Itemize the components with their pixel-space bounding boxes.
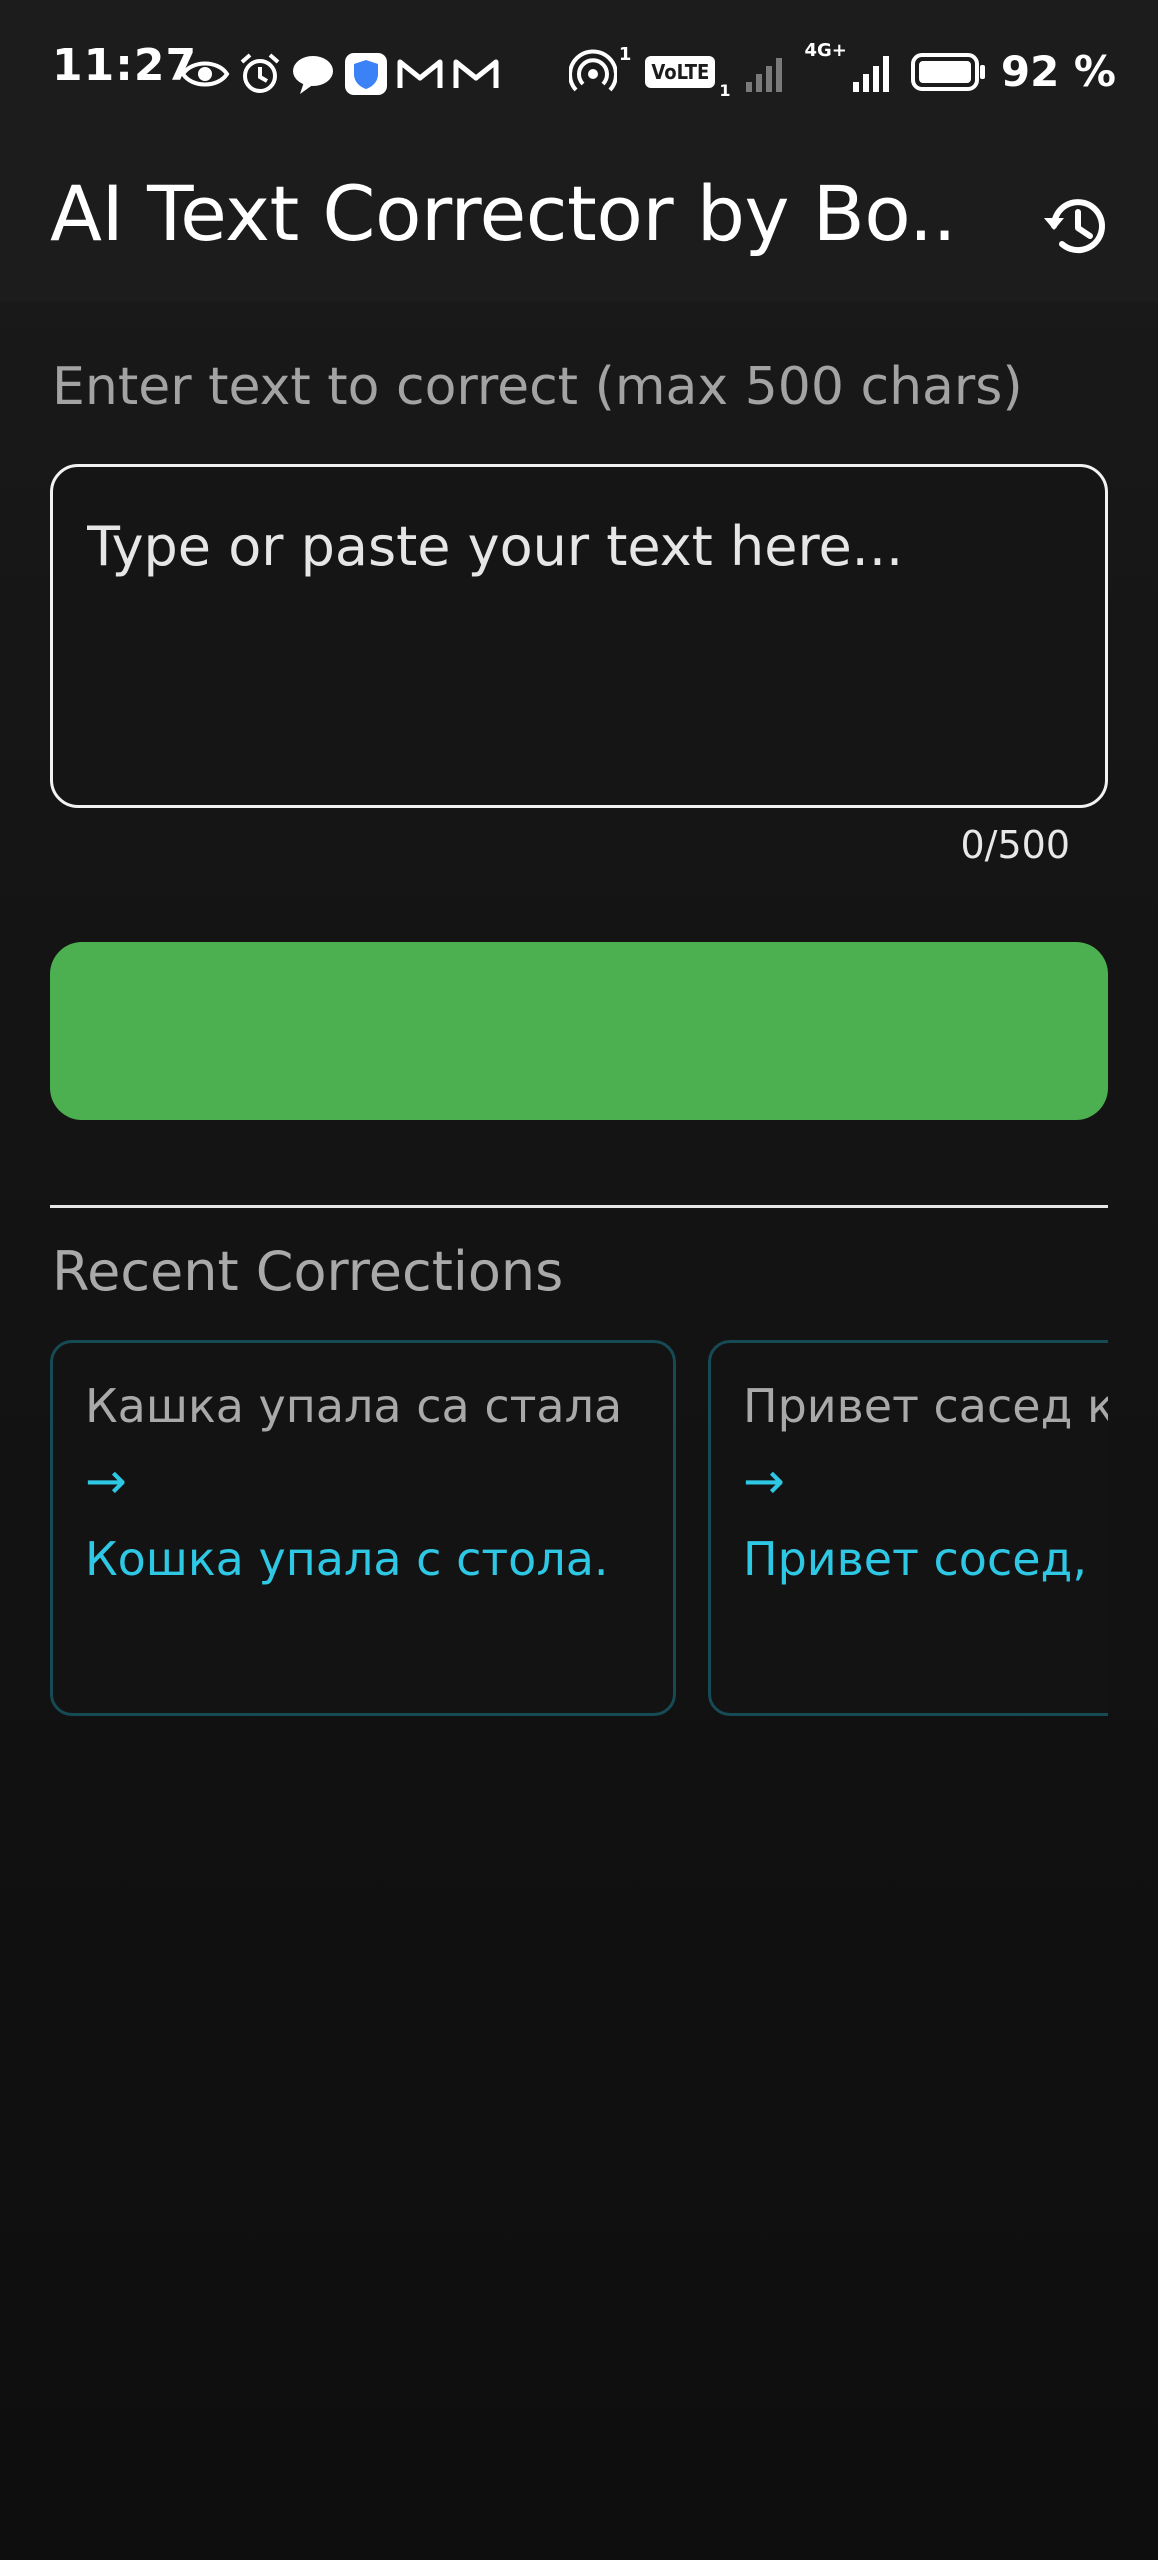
volte-badge: VoLTE — [645, 56, 716, 88]
correct-button[interactable] — [50, 942, 1108, 1120]
hotspot-count: 1 — [618, 44, 632, 65]
eye-icon — [180, 61, 230, 87]
chat-bubble-icon — [293, 56, 333, 94]
gmail-icon — [397, 59, 443, 88]
battery-icon — [910, 53, 985, 91]
hotspot-icon — [568, 49, 617, 92]
recent-corrections-title: Recent Corrections — [52, 1240, 564, 1303]
recent-corrections-list[interactable]: Кашка упала са стала → Кошка упала с сто… — [50, 1340, 1108, 1716]
text-input[interactable] — [87, 515, 1071, 757]
card-original-text: Привет сасед к — [743, 1379, 1108, 1433]
app-title: AI Text Corrector by Bo... — [50, 169, 950, 258]
notification-icons — [180, 50, 500, 98]
card-corrected-text: Привет сосед, — [743, 1532, 1087, 1587]
battery-percent: 92 % — [1000, 47, 1116, 96]
text-input-box — [50, 464, 1108, 808]
shield-icon — [345, 53, 387, 95]
card-corrected-text: Кошка упала с стола. — [85, 1532, 609, 1587]
history-button[interactable] — [1030, 180, 1122, 272]
status-bar: 11:27 1 VoLTE 1 4G+ 92 % — [0, 0, 1158, 150]
app-bar: AI Text Corrector by Bo... — [0, 150, 1158, 302]
char-counter: 0/500 — [960, 823, 1070, 867]
screen: 11:27 1 VoLTE 1 4G+ 92 % AI Text Correct… — [0, 0, 1158, 2560]
status-right: 1 VoLTE 1 4G+ 92 % — [568, 40, 1116, 100]
status-time: 11:27 — [52, 40, 198, 91]
card-original-text: Кашка упала са стала — [85, 1379, 623, 1433]
arrow-right-icon: → — [85, 1452, 127, 1511]
signal-weak-icon — [746, 58, 783, 92]
gmail-icon — [453, 59, 499, 88]
history-icon — [1044, 199, 1105, 254]
recent-correction-card[interactable]: Кашка упала са стала → Кошка упала с сто… — [50, 1340, 676, 1716]
recent-correction-card[interactable]: Привет сасед к → Привет сосед, — [708, 1340, 1108, 1716]
input-label: Enter text to correct (max 500 chars) — [52, 357, 1023, 417]
network-type: 4G+ — [804, 40, 847, 61]
alarm-icon — [240, 53, 280, 93]
signal-strong-icon — [852, 56, 889, 92]
section-divider — [50, 1205, 1108, 1208]
arrow-right-icon: → — [743, 1452, 785, 1511]
volte-sim: 1 — [719, 81, 731, 100]
